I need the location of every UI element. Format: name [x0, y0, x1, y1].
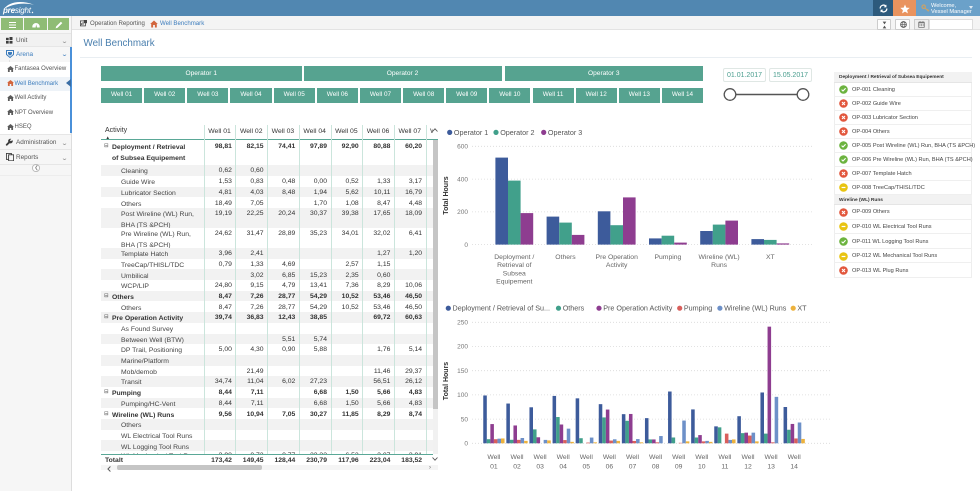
svg-text:11: 11 — [721, 464, 728, 471]
svg-text:Subsea: Subsea — [503, 270, 526, 277]
svg-text:Total Hours: Total Hours — [443, 362, 450, 400]
svg-text:Wireline (WL) Runs: Wireline (WL) Runs — [724, 304, 787, 313]
svg-text:Runs: Runs — [711, 262, 727, 269]
svg-text:Well: Well — [788, 454, 802, 461]
svg-text:Well: Well — [580, 454, 594, 461]
svg-text:Well: Well — [718, 454, 732, 461]
svg-text:Operator 1: Operator 1 — [454, 128, 488, 137]
svg-text:Equipement: Equipement — [496, 279, 532, 286]
svg-text:Well: Well — [487, 454, 501, 461]
svg-text:01: 01 — [490, 464, 498, 471]
svg-text:200: 200 — [457, 344, 468, 351]
svg-text:04: 04 — [559, 464, 567, 471]
svg-text:Well: Well — [741, 454, 755, 461]
svg-text:250: 250 — [457, 320, 468, 327]
svg-text:Well: Well — [765, 454, 779, 461]
svg-text:Well: Well — [510, 454, 524, 461]
svg-text:presight: presight — [2, 6, 32, 15]
svg-text:07: 07 — [629, 464, 637, 471]
svg-text:Pumping: Pumping — [654, 254, 681, 261]
svg-text:Others: Others — [563, 304, 585, 313]
svg-text:03: 03 — [536, 464, 544, 471]
svg-text:0: 0 — [464, 242, 468, 249]
svg-text:14: 14 — [790, 464, 798, 471]
svg-text:13: 13 — [767, 464, 775, 471]
svg-text:Well: Well — [649, 454, 663, 461]
svg-text:09: 09 — [675, 464, 683, 471]
svg-text:XT: XT — [766, 254, 775, 261]
svg-text:Pumping: Pumping — [684, 304, 712, 313]
svg-text:Deployment / Retrieval of Su..: Deployment / Retrieval of Su... — [453, 304, 550, 313]
svg-text:400: 400 — [457, 176, 468, 183]
svg-text:Well: Well — [672, 454, 686, 461]
svg-text:Activity: Activity — [606, 262, 628, 269]
svg-text:Well: Well — [557, 454, 571, 461]
svg-text:Well: Well — [534, 454, 548, 461]
svg-text:XT: XT — [797, 304, 807, 313]
svg-text:Total Hours: Total Hours — [443, 176, 450, 214]
svg-text:Operator 2: Operator 2 — [500, 128, 534, 137]
svg-text:02: 02 — [513, 464, 521, 471]
svg-text:06: 06 — [606, 464, 614, 471]
svg-text:05: 05 — [583, 464, 591, 471]
svg-text:Well: Well — [626, 454, 640, 461]
svg-text:12: 12 — [744, 464, 752, 471]
svg-text:100: 100 — [457, 392, 468, 399]
svg-text:Operator 3: Operator 3 — [548, 128, 582, 137]
svg-text:Others: Others — [555, 254, 576, 261]
svg-text:Retrieval of: Retrieval of — [497, 262, 531, 269]
svg-text:Well: Well — [603, 454, 617, 461]
svg-text:600: 600 — [457, 144, 468, 151]
svg-text:Pre Operation: Pre Operation — [596, 254, 639, 261]
svg-text:Well: Well — [695, 454, 709, 461]
svg-text:200: 200 — [457, 209, 468, 216]
svg-text:150: 150 — [457, 368, 468, 375]
svg-text:Pre Operation Activity: Pre Operation Activity — [603, 304, 673, 313]
svg-text:0: 0 — [464, 441, 468, 448]
svg-text:Deployment /: Deployment / — [494, 254, 534, 261]
svg-text:Wireline (WL): Wireline (WL) — [699, 254, 740, 261]
svg-text:08: 08 — [652, 464, 660, 471]
svg-text:50: 50 — [461, 416, 469, 423]
svg-text:10: 10 — [698, 464, 706, 471]
